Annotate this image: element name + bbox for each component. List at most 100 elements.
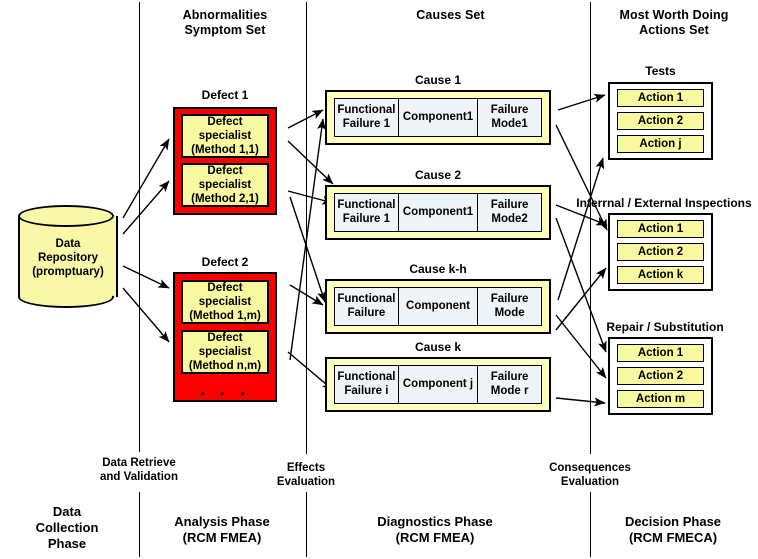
cause-k-functional-failure: Functional Failure i xyxy=(334,365,399,404)
defect-1-specialist-1: Defect specialist (Method 1,1) xyxy=(181,114,269,158)
defect-1-specialist-1-line1: Defect specialist xyxy=(198,116,252,142)
repository-line3: (promptuary) xyxy=(32,266,104,278)
cause-1-component: Component1 xyxy=(397,98,479,137)
defect-1-title: Defect 1 xyxy=(201,88,249,102)
cylinder-top-ellipse xyxy=(18,205,114,227)
cause-2-component: Component1 xyxy=(397,193,479,232)
phase-1-line2: Collection xyxy=(35,520,99,535)
divider-line-1-upper xyxy=(139,2,140,452)
header-abnormalities-symptom-set: Abnormalities Symptom Set xyxy=(155,8,295,38)
cause-k-component: Component j xyxy=(397,365,479,404)
phase-3-line1: Diagnostics Phase xyxy=(377,514,493,529)
defect-1-specialist-2-line1: Defect specialist xyxy=(198,165,252,191)
defect-1-specialist-2-line2: (Method 2,1) xyxy=(191,193,259,205)
divider-line-2-upper xyxy=(306,2,307,454)
defect-2-specialist-2-line2: (Method n,m) xyxy=(188,360,262,372)
cause-1-title: Cause 1 xyxy=(414,73,462,87)
cause-kh-cell-3-line1: Failure xyxy=(490,293,529,305)
cause-kh-cell-1-line2: Failure xyxy=(347,306,386,319)
repository-line1: Data xyxy=(55,238,81,250)
action-group-tests-title: Tests xyxy=(645,64,676,78)
cause-2-cell-3-line1: Failure xyxy=(490,199,529,211)
cause-kh-functional-failure: Functional Failure xyxy=(334,287,399,326)
cause-1-cell-1-line2: Failure 1 xyxy=(342,117,391,130)
phase-analysis: Analysis Phase (RCM FMEA) xyxy=(152,514,292,546)
boundary-label-data-retrieve: Data Retrieve and Validation xyxy=(79,456,199,484)
boundary-label-effects-evaluation: Effects Evaluation xyxy=(256,461,356,489)
defect-2-specialist-1-line1: Defect specialist xyxy=(198,282,252,308)
phase-3-line2: (RCM FMEA) xyxy=(395,530,475,545)
cause-k-cell-3-line1: Failure xyxy=(490,371,529,383)
header-abnormalities-line1: Abnormalities xyxy=(182,8,268,22)
defect-2-specialist-2: Defect specialist (Method n,m) xyxy=(181,330,269,374)
cause-2-failure-mode: Failure Mode2 xyxy=(477,193,542,232)
cause-2-cell-1-line1: Functional xyxy=(337,199,396,211)
cause-kh-title: Cause k-h xyxy=(409,262,467,276)
header-actions-line1: Most Worth Doing xyxy=(619,8,729,22)
boundary-3-line1: Consequences xyxy=(549,462,631,474)
cause-2-box: Functional Failure 1 Component1 Failure … xyxy=(325,185,551,240)
cause-2-functional-failure: Functional Failure 1 xyxy=(334,193,399,232)
divider-line-3-lower xyxy=(590,492,591,557)
cause-1-cell-3-line1: Failure xyxy=(490,104,529,116)
cause-1-box: Functional Failure 1 Component1 Failure … xyxy=(325,90,551,145)
phase-2-line1: Analysis Phase xyxy=(174,514,270,529)
phase-diagnostics: Diagnostics Phase (RCM FMEA) xyxy=(355,514,515,546)
cause-2-title: Cause 2 xyxy=(414,168,462,182)
phase-4-line2: (RCM FMECA) xyxy=(628,530,718,545)
action-group-repair-box: Action 1 Action 2 Action m xyxy=(608,337,713,415)
phase-decision: Decision Phase (RCM FMECA) xyxy=(598,514,748,546)
cause-1-functional-failure: Functional Failure 1 xyxy=(334,98,399,137)
boundary-1-line2: and Validation xyxy=(100,471,178,483)
tests-action-1[interactable]: Action 1 xyxy=(617,89,704,107)
cause-kh-component: Component xyxy=(397,287,479,326)
diagram-canvas: Abnormalities Symptom Set Causes Set Mos… xyxy=(0,0,758,559)
header-actions-line2: Actions Set xyxy=(639,23,709,37)
cause-1-failure-mode: Failure Mode1 xyxy=(477,98,542,137)
action-group-tests-box: Action 1 Action 2 Action j xyxy=(608,82,713,160)
cause-k-title: Cause k xyxy=(414,340,462,354)
tests-action-3[interactable]: Action j xyxy=(617,135,704,153)
phase-4-line1: Decision Phase xyxy=(624,514,722,529)
data-repository-label: Data Repository (promptuary) xyxy=(18,237,118,279)
defect-2-specialist-2-line1: Defect specialist xyxy=(198,332,252,358)
action-group-repair-title: Repair / Substitution xyxy=(606,320,724,334)
cause-k-failure-mode: Failure Mode r xyxy=(477,365,542,404)
defect-2-specialist-1-line2: (Method 1,m) xyxy=(189,310,261,322)
inspections-action-1[interactable]: Action 1 xyxy=(617,220,704,238)
cause-2-cell-3-line2: Mode2 xyxy=(491,212,528,225)
repository-line2: Repository xyxy=(37,252,99,264)
phase-1-line3: Phase xyxy=(47,536,87,551)
header-abnormalities-line2: Symptom Set xyxy=(184,23,266,37)
cause-1-cell-2-line1: Component1 xyxy=(402,110,474,123)
inspections-action-2[interactable]: Action 2 xyxy=(617,243,704,261)
phase-data-collection: Data Collection Phase xyxy=(7,504,127,552)
cause-kh-cell-1-line1: Functional xyxy=(337,293,396,305)
boundary-3-line2: Evaluation xyxy=(560,476,620,488)
phase-2-line2: (RCM FMEA) xyxy=(182,530,262,545)
cause-1-cell-1-line1: Functional xyxy=(337,104,396,116)
boundary-2-line2: Evaluation xyxy=(276,476,336,488)
inspections-action-3[interactable]: Action k xyxy=(617,266,704,284)
repair-action-2[interactable]: Action 2 xyxy=(617,367,704,385)
divider-line-3-upper xyxy=(590,2,591,454)
phase-1-line1: Data xyxy=(52,504,82,519)
data-repository-cylinder: Data Repository (promptuary) xyxy=(18,205,118,309)
cause-kh-cell-2-line1: Component xyxy=(406,299,470,312)
tests-action-2[interactable]: Action 2 xyxy=(617,112,704,130)
cause-k-cell-1-line2: Failure i xyxy=(344,384,389,397)
action-group-inspections-box: Action 1 Action 2 Action k xyxy=(608,213,713,291)
boundary-label-consequences-evaluation: Consequences Evaluation xyxy=(526,461,654,489)
boundary-1-line1: Data Retrieve xyxy=(102,457,176,469)
divider-line-1-lower xyxy=(139,492,140,557)
cause-kh-box: Functional Failure Component Failure Mod… xyxy=(325,279,551,334)
defect-1-specialist-1-line2: (Method 1,1) xyxy=(191,144,259,156)
repair-action-1[interactable]: Action 1 xyxy=(617,344,704,362)
cause-k-cell-3-line2: Mode r xyxy=(490,384,529,397)
repair-action-3[interactable]: Action m xyxy=(617,390,704,408)
header-actions-set: Most Worth Doing Actions Set xyxy=(594,8,754,38)
action-group-inspections-title: Interrnal / External Inspections xyxy=(576,196,752,210)
cause-2-cell-2-line1: Component1 xyxy=(402,205,474,218)
cause-2-cell-1-line2: Failure 1 xyxy=(342,212,391,225)
divider-line-2-lower xyxy=(306,492,307,557)
